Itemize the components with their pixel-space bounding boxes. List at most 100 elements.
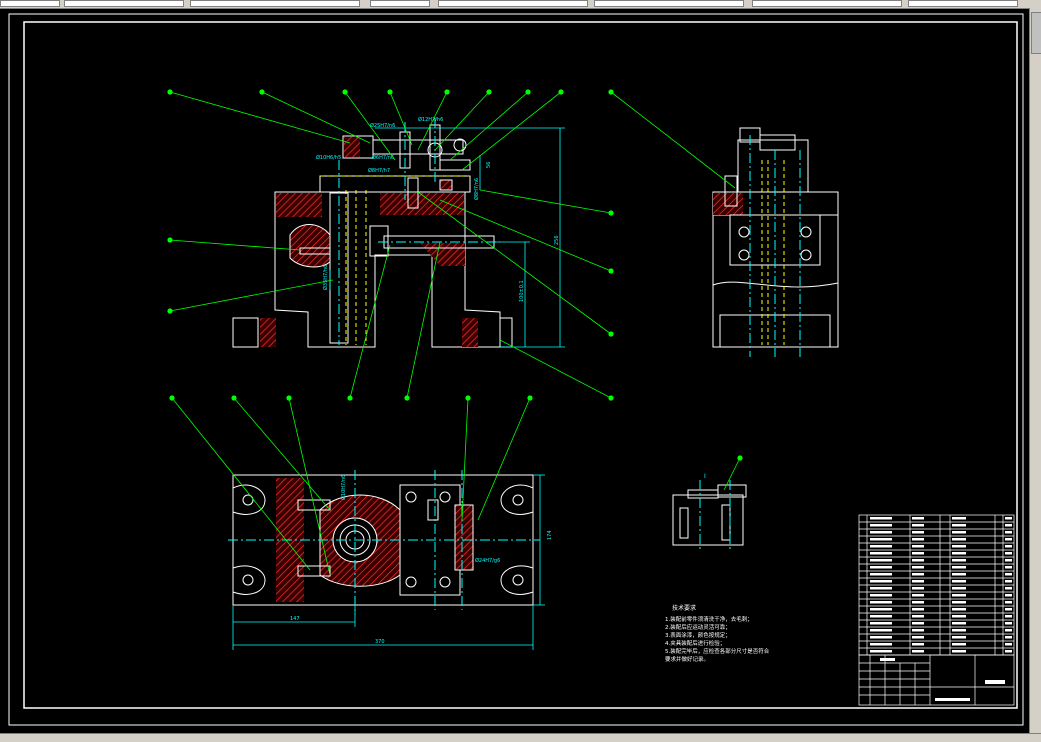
- dim-fit7: Ø35H7/h6: [322, 265, 329, 290]
- parts-cell-text: [912, 573, 924, 576]
- dim-shaft-height: 100±0.1: [519, 280, 525, 302]
- parts-cell-text: [912, 580, 924, 583]
- parts-cell-text: [1005, 538, 1012, 541]
- toolbar-combo-2[interactable]: [64, 0, 184, 7]
- front-view: [232, 118, 565, 348]
- parts-cell-text: [870, 538, 892, 541]
- parts-cell-text: [952, 643, 966, 646]
- parts-cell-text: [912, 601, 924, 604]
- parts-cell-text: [1005, 559, 1012, 562]
- tech-req-line-1: 1.装配前零件须清洗干净，去毛刺；: [665, 615, 753, 623]
- dim-fit4: Ø6H7/n6: [372, 154, 394, 161]
- parts-cell-text: [1005, 531, 1012, 534]
- dim-plan-width: 370: [375, 639, 385, 645]
- vertical-scrollbar[interactable]: [1029, 8, 1041, 733]
- parts-cell-text: [1005, 629, 1012, 632]
- parts-cell-text: [1005, 587, 1012, 590]
- dim-gap: 56: [486, 162, 492, 168]
- parts-cell-text: [1005, 566, 1012, 569]
- parts-cell-text: [952, 594, 966, 597]
- parts-cell-text: [912, 615, 924, 618]
- layer-combo[interactable]: [190, 0, 360, 7]
- parts-cell-text: [870, 650, 892, 653]
- parts-cell-text: [912, 622, 924, 625]
- parts-cell-text: [952, 538, 966, 541]
- dim-fit1: Ø25H7/n6: [370, 122, 395, 129]
- dim-plan-half: 147: [290, 616, 300, 622]
- tech-req-line-5: 5.装配完毕后，应检查各部分尺寸是否符合: [665, 647, 770, 655]
- parts-cell-text: [912, 629, 924, 632]
- balloons: [167, 89, 743, 461]
- parts-cell-text: [912, 517, 924, 520]
- parts-cell-text: [912, 566, 924, 569]
- outer-frame: [8, 13, 1024, 726]
- hatch-left-body: [276, 193, 322, 217]
- parts-cell-text: [952, 566, 966, 569]
- scrollbar-thumb[interactable]: [1031, 12, 1041, 54]
- parts-cell-text: [912, 587, 924, 590]
- parts-cell-text: [912, 650, 924, 653]
- parts-cell-text: [870, 636, 892, 639]
- toolbar-combo-6[interactable]: [752, 0, 902, 7]
- parts-cell-text: [870, 552, 892, 555]
- parts-cell-text: [952, 552, 966, 555]
- parts-cell-text: [1005, 608, 1012, 611]
- title-block: [858, 654, 1015, 706]
- toolbar-combo-4[interactable]: [438, 0, 588, 7]
- parts-cell-text: [912, 559, 924, 562]
- parts-list: [858, 514, 1015, 656]
- toolbar-combo-3[interactable]: [370, 0, 430, 7]
- detail-view: [672, 480, 747, 550]
- technical-requirements: 技术要求 1.装配前零件须清洗干净，去毛刺； 2.装配后应运动灵活可靠； 3.表…: [665, 604, 770, 663]
- parts-cell-text: [870, 524, 892, 527]
- parts-cell-text: [952, 650, 966, 653]
- parts-cell-text: [1005, 643, 1012, 646]
- parts-cell-text: [912, 552, 924, 555]
- parts-cell-text: [870, 573, 892, 576]
- parts-cell-text: [1005, 573, 1012, 576]
- parts-cell-text: [870, 615, 892, 618]
- parts-cell-text: [952, 629, 966, 632]
- toolbar-combo-5[interactable]: [594, 0, 744, 7]
- parts-cell-text: [952, 524, 966, 527]
- parts-cell-text: [1005, 545, 1012, 548]
- leader-lines: [167, 89, 743, 576]
- drawing-canvas[interactable]: Ø25H7/n6 Ø12H7/h6 Ø10H6/h5 Ø6H7/n6 Ø8H7/…: [0, 8, 1029, 733]
- parts-cell-text: [952, 531, 966, 534]
- parts-cell-text: [952, 615, 966, 618]
- parts-cell-text: [912, 636, 924, 639]
- dim-plan-height: 174: [547, 530, 553, 540]
- tech-req-line-6: 要求并做好记录。: [665, 655, 709, 663]
- parts-cell-text: [912, 594, 924, 597]
- parts-cell-text: [912, 545, 924, 548]
- tech-req-line-4: 4.夹具装配后进行检验；: [665, 639, 725, 647]
- side-view: [712, 127, 839, 357]
- parts-cell-text: [1005, 601, 1012, 604]
- parts-cell-text: [952, 601, 966, 604]
- parts-cell-text: [870, 629, 892, 632]
- toolbar-combo-7[interactable]: [908, 0, 1018, 7]
- parts-cell-text: [952, 573, 966, 576]
- parts-cell-text: [912, 524, 924, 527]
- parts-cell-text: [1005, 594, 1012, 597]
- hatch-mid-body: [380, 193, 464, 215]
- parts-cell-text: [1005, 524, 1012, 527]
- parts-cell-text: [1005, 650, 1012, 653]
- detail-label: Ⅰ: [704, 473, 706, 480]
- parts-cell-text: [952, 608, 966, 611]
- parts-cell-text: [870, 517, 892, 520]
- parts-cell-text: [870, 622, 892, 625]
- parts-cell-text: [912, 538, 924, 541]
- parts-cell-text: [952, 545, 966, 548]
- dim-fit6: Ø8H7/n6: [473, 178, 480, 200]
- parts-cell-text: [1005, 636, 1012, 639]
- tech-req-title: 技术要求: [672, 604, 696, 612]
- parts-cell-text: [870, 601, 892, 604]
- tech-req-line-3: 3.表面涂漆，颜色按规定；: [665, 631, 731, 639]
- parts-cell-text: [952, 622, 966, 625]
- toolbar-combo-1[interactable]: [0, 0, 60, 7]
- dim-fit2: Ø12H7/h6: [418, 116, 443, 123]
- dim-fit5: Ø8H7/h7: [368, 167, 390, 174]
- parts-cell-text: [1005, 517, 1012, 520]
- parts-cell-text: [952, 517, 966, 520]
